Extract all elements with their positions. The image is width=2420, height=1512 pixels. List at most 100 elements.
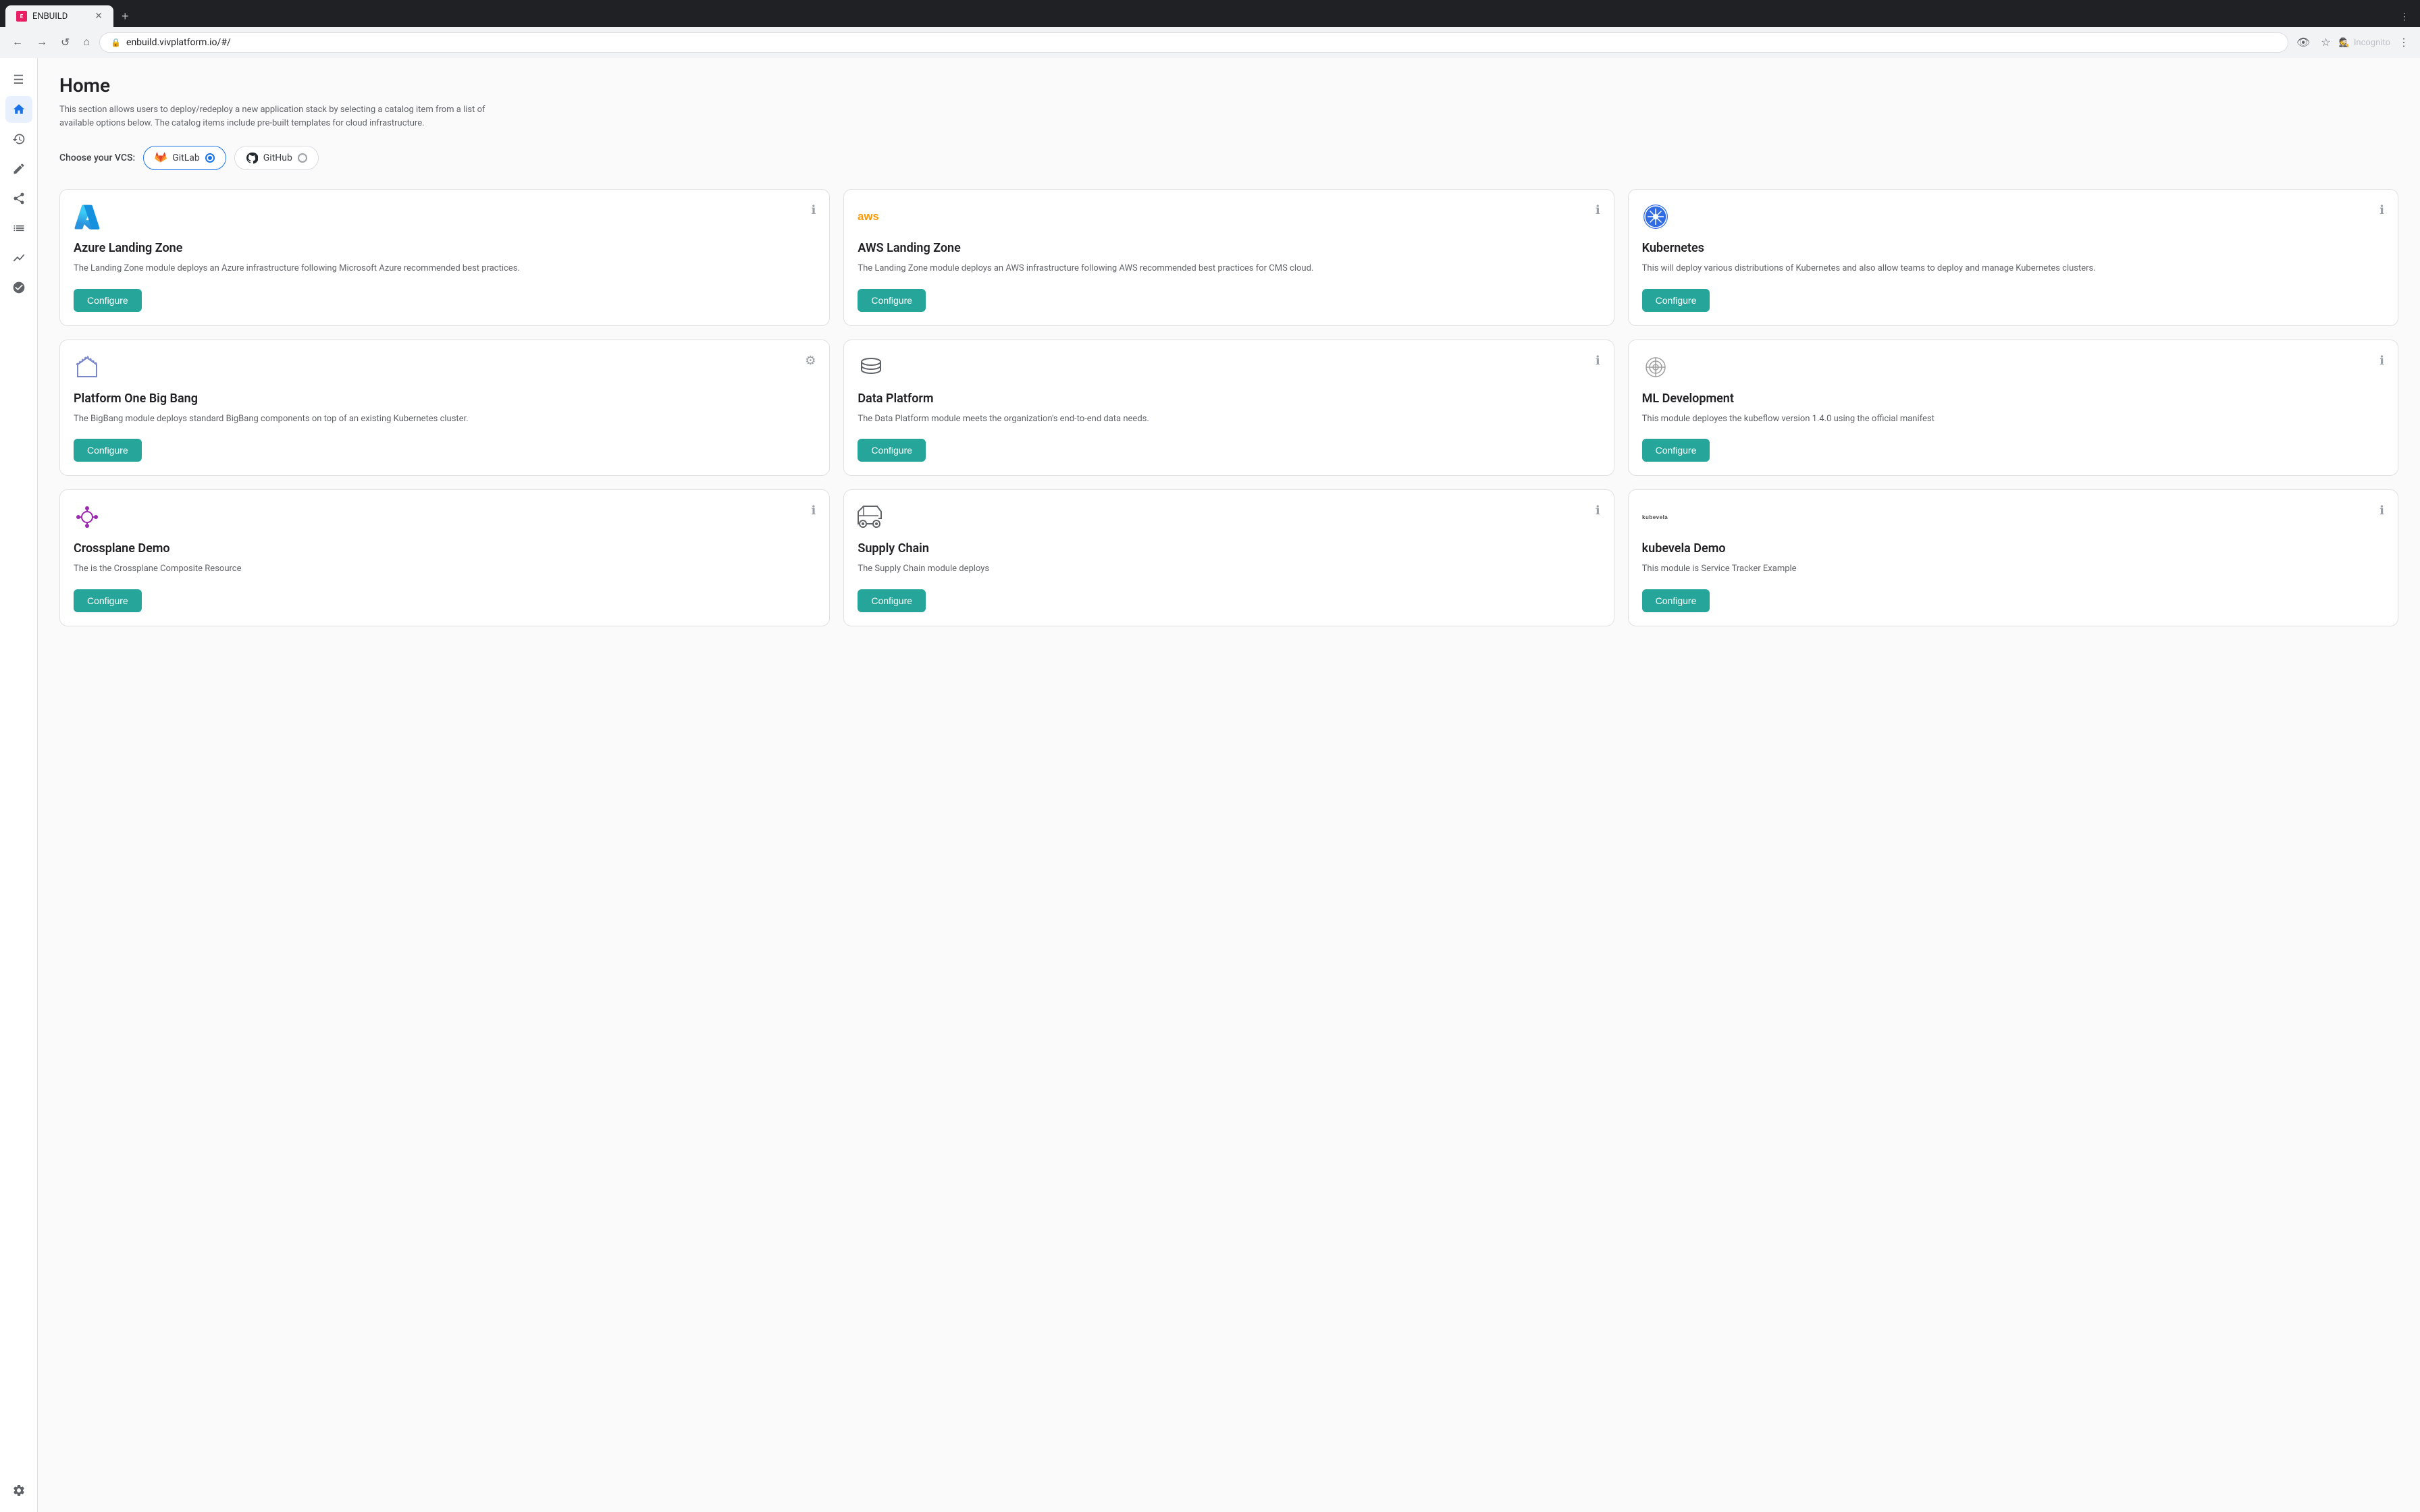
card-azure-landing-zone: ℹ Azure Landing Zone The Landing Zone mo… [59,189,830,326]
supply-chain-icon [858,504,885,531]
k8s-card-description: This will deploy various distributions o… [1642,262,2384,275]
reload-button[interactable]: ↺ [57,33,74,52]
data-platform-icon [858,354,885,381]
sidebar-item-settings[interactable] [5,1477,32,1504]
eye-off-icon[interactable]: 👁 [2294,33,2313,52]
configure-button-ml[interactable]: Configure [1642,439,1710,462]
azure-card-title: Azure Landing Zone [74,241,816,255]
ml-icon [1642,354,1669,381]
azure-card-description: The Landing Zone module deploys an Azure… [74,262,816,275]
info-icon-azure[interactable]: ℹ [811,203,816,217]
card-header: ⚙ [74,354,816,381]
vcs-github-label: GitHub [263,153,292,163]
page-title: Home [59,74,2398,97]
card-data-platform: ℹ Data Platform The Data Platform module… [843,340,1614,477]
card-header: ℹ [1642,354,2384,381]
svg-text:aws: aws [858,210,879,223]
kubevela-icon: kubevela [1642,504,1669,531]
kubernetes-icon [1642,203,1669,230]
supply-chain-card-description: The Supply Chain module deploys [858,562,1600,576]
info-icon-data-platform[interactable]: ℹ [1596,354,1600,368]
supply-chain-card-title: Supply Chain [858,541,1600,556]
card-header: ℹ [858,504,1600,531]
data-platform-card-title: Data Platform [858,392,1600,406]
configure-button-k8s[interactable]: Configure [1642,289,1710,312]
tab-menu-button[interactable]: ⋮ [2394,8,2415,25]
active-tab[interactable]: E ENBUILD ✕ [5,5,113,27]
info-icon-aws[interactable]: ℹ [1596,203,1600,217]
incognito-button[interactable]: 🕵 Incognito [2339,38,2390,48]
sidebar-item-edit[interactable] [5,155,32,182]
vcs-row: Choose your VCS: GitLab [59,146,2398,170]
new-tab-button[interactable]: + [116,7,134,26]
sidebar: ☰ [0,58,38,1512]
crossplane-card-description: The is the Crossplane Composite Resource [74,562,816,576]
configure-button-aws[interactable]: Configure [858,289,926,312]
sidebar-item-circle-settings[interactable] [5,274,32,301]
k8s-card-title: Kubernetes [1642,241,2384,255]
info-icon-kubevela[interactable]: ℹ [2379,504,2384,518]
configure-button-kubevela[interactable]: Configure [1642,589,1710,612]
bookmark-button[interactable]: ☆ [2318,33,2333,52]
configure-button-azure[interactable]: Configure [74,289,142,312]
home-button[interactable]: ⌂ [79,34,94,51]
vcs-label: Choose your VCS: [59,153,135,163]
gitlab-icon [155,152,167,164]
card-platform-one-big-bang: ⚙ Platform One Big Bang The BigBang modu… [59,340,830,477]
back-button[interactable]: ← [8,34,27,51]
card-kubernetes: ℹ Kubernetes This will deploy various di… [1628,189,2398,326]
vcs-gitlab-label: GitLab [172,153,200,163]
tab-bar: E ENBUILD ✕ + ⋮ [0,0,2420,27]
info-icon-bigbang[interactable]: ⚙ [805,354,816,368]
info-icon-ml[interactable]: ℹ [2379,354,2384,368]
tab-favicon: E [16,11,27,22]
info-icon-crossplane[interactable]: ℹ [811,504,816,518]
vcs-option-github[interactable]: GitHub [234,146,319,170]
page-subtitle: This section allows users to deploy/rede… [59,103,519,130]
vcs-gitlab-radio [205,153,215,163]
card-header: ℹ [1642,203,2384,230]
menu-dots-button[interactable]: ⋮ [2396,33,2412,52]
vcs-option-gitlab[interactable]: GitLab [143,146,226,170]
tab-label: ENBUILD [32,11,68,22]
data-platform-card-description: The Data Platform module meets the organ… [858,412,1600,426]
sidebar-item-chart[interactable] [5,215,32,242]
card-header: ℹ [74,203,816,230]
ml-card-description: This module deployes the kubeflow versio… [1642,412,2384,426]
url-text: enbuild.vivplatform.io/#/ [126,37,231,48]
incognito-icon: 🕵 [2339,38,2350,48]
aws-icon: aws [858,203,885,230]
card-kubevela-demo: kubevela ℹ kubevela Demo This module is … [1628,489,2398,626]
aws-card-title: AWS Landing Zone [858,241,1600,255]
card-header: kubevela ℹ [1642,504,2384,531]
sidebar-item-home[interactable] [5,96,32,123]
sidebar-item-history[interactable] [5,126,32,153]
configure-button-supply-chain[interactable]: Configure [858,589,926,612]
sidebar-item-analytics[interactable] [5,244,32,271]
kubevela-card-title: kubevela Demo [1642,541,2384,556]
cards-grid: ℹ Azure Landing Zone The Landing Zone mo… [59,189,2398,626]
sidebar-item-menu[interactable]: ☰ [5,66,32,93]
nav-actions: 👁 ☆ 🕵 Incognito ⋮ [2294,33,2412,52]
aws-card-description: The Landing Zone module deploys an AWS i… [858,262,1600,275]
browser-chrome: E ENBUILD ✕ + ⋮ ← → ↺ ⌂ 🔒 enbuild.vivpla… [0,0,2420,58]
vcs-github-radio [298,153,307,163]
sidebar-item-share[interactable] [5,185,32,212]
address-bar[interactable]: 🔒 enbuild.vivplatform.io/#/ [99,32,2288,53]
svg-text:kubevela: kubevela [1642,514,1668,520]
main-content: Home This section allows users to deploy… [38,58,2420,1512]
info-icon-k8s[interactable]: ℹ [2379,203,2384,217]
forward-button[interactable]: → [32,34,51,51]
tab-close-button[interactable]: ✕ [95,11,103,22]
configure-button-bigbang[interactable]: Configure [74,439,142,462]
card-supply-chain: ℹ Supply Chain The Supply Chain module d… [843,489,1614,626]
card-header: aws ℹ [858,203,1600,230]
card-aws-landing-zone: aws ℹ AWS Landing Zone The Landing Zone … [843,189,1614,326]
bigbang-card-title: Platform One Big Bang [74,392,816,406]
configure-button-crossplane[interactable]: Configure [74,589,142,612]
configure-button-data-platform[interactable]: Configure [858,439,926,462]
crossplane-card-title: Crossplane Demo [74,541,816,556]
card-ml-development: ℹ ML Development This module deployes th… [1628,340,2398,477]
card-crossplane-demo: ℹ Crossplane Demo The is the Crossplane … [59,489,830,626]
info-icon-supply-chain[interactable]: ℹ [1596,504,1600,518]
